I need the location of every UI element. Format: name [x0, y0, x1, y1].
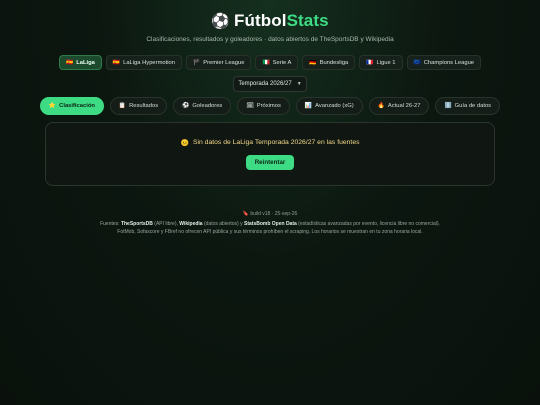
tab-avanzado-xg[interactable]: 📊 Avanzado (xG): [295, 97, 363, 115]
soccer-ball-icon: ⚽: [211, 12, 231, 30]
league-tab-ligue-1[interactable]: 🇫🇷 Ligue 1: [359, 55, 403, 70]
tab-resultados[interactable]: 📋 Resultados: [109, 97, 168, 115]
neutral-face-icon: 😐: [180, 139, 189, 147]
chevron-down-icon: ▼: [296, 81, 302, 87]
england-flag-icon: 🏴: [192, 59, 201, 66]
tab-clasificacion[interactable]: ⭐ Clasificación: [39, 97, 104, 115]
eu-flag-icon: 🇪🇺: [413, 59, 421, 66]
source-thesportsdb: TheSportsDB: [120, 220, 153, 227]
germany-flag-icon: 🇩🇪: [309, 59, 317, 66]
retry-button[interactable]: Reintentar: [245, 154, 295, 170]
season-select-wrap: Temporada 2026/27 ▼: [0, 76, 540, 92]
app-header: ⚽ FútbolStats Clasificaciones, resultado…: [0, 0, 540, 43]
tab-guia-de-datos[interactable]: ℹ️ Guía de datos: [435, 97, 501, 115]
league-tab-laliga-hypermotion[interactable]: 🇪🇸 LaLiga Hypermotion: [105, 55, 182, 70]
source-statsbomb: StatsBomb Open Data: [244, 220, 297, 227]
league-tab-bundesliga[interactable]: 🇩🇪 Bundesliga: [302, 55, 356, 70]
fire-icon: 🔥: [377, 103, 385, 109]
tab-actual-26-27[interactable]: 🔥 Actual 26-27: [368, 97, 430, 115]
calendar-icon: 🗓: [246, 103, 254, 109]
view-tabs: ⭐ Clasificación 📋 Resultados ⚽ Goleadores 🗓…: [0, 97, 540, 115]
app-title: FútbolStats: [234, 11, 329, 30]
league-tab-serie-a[interactable]: 🇮🇹 Serie A: [255, 55, 299, 70]
standings-panel: 😐 Sin datos de LaLiga Temporada 2026/27 …: [45, 122, 495, 186]
bar-chart-icon: 📊: [304, 103, 313, 109]
italy-flag-icon: 🇮🇹: [262, 59, 270, 66]
tab-proximos[interactable]: 🗓 Próximos: [237, 97, 290, 115]
soccer-ball-icon: ⚽: [182, 103, 190, 109]
footer: 🔖 build v18 · 25-sep-26 Fuentes: TheSpor…: [0, 210, 540, 237]
spain-flag-icon: 🇪🇸: [112, 59, 121, 66]
spain-flag-icon: 🇪🇸: [65, 59, 74, 66]
season-select[interactable]: Temporada 2026/27 ▼: [233, 76, 307, 92]
season-select-value: Temporada 2026/27: [238, 81, 292, 87]
star-icon: ⭐: [48, 103, 57, 109]
info-icon: ℹ️: [444, 103, 452, 109]
empty-state-message: 😐 Sin datos de LaLiga Temporada 2026/27 …: [181, 139, 360, 147]
app-title-row: ⚽ FútbolStats: [0, 11, 540, 31]
france-flag-icon: 🇫🇷: [366, 59, 374, 66]
build-info: 🔖 build v18 · 25-sep-26: [242, 211, 298, 217]
league-tab-champions-league[interactable]: 🇪🇺 Champions League: [406, 55, 482, 70]
league-tab-laliga[interactable]: 🇪🇸 LaLiga: [58, 55, 102, 70]
clipboard-icon: 📋: [118, 103, 127, 109]
app-subtitle: Clasificaciones, resultados y goleadores…: [146, 36, 394, 43]
footer-note: FotMob, Sofascore y FBref no ofrecen API…: [117, 229, 423, 235]
league-selector: 🇪🇸 LaLiga 🇪🇸 LaLiga Hypermotion 🏴 Premier L…: [0, 55, 540, 70]
source-wikipedia: Wikipedia: [179, 220, 203, 227]
tab-goleadores[interactable]: ⚽ Goleadores: [173, 97, 232, 115]
league-tab-premier-league[interactable]: 🏴 Premier League: [185, 55, 252, 70]
footer-sources: Fuentes: TheSportsDB (API libre), Wikipe…: [100, 220, 440, 227]
empty-state-text: Sin datos de LaLiga Temporada 2026/27 en…: [192, 139, 360, 146]
